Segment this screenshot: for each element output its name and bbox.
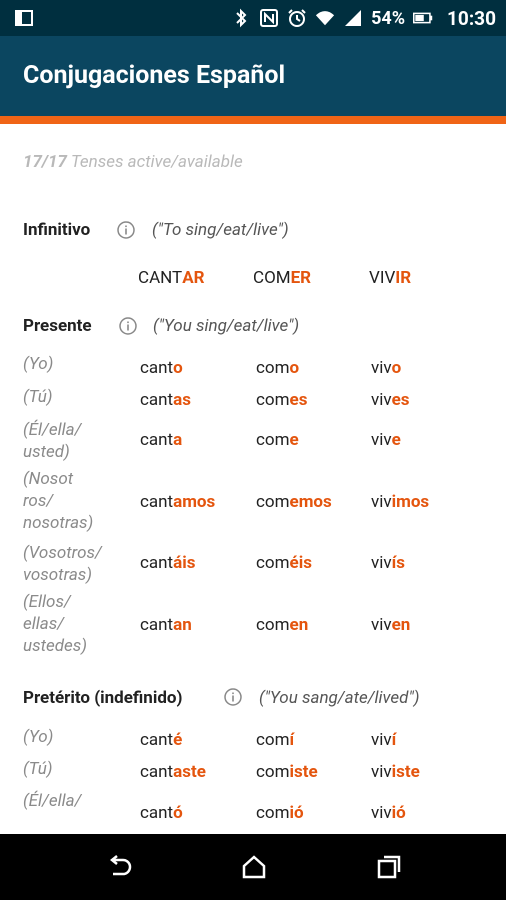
verb-form: vivís [371, 553, 405, 573]
presente-desc: ("You sing/eat/live") [153, 316, 300, 336]
verb-form: comen [256, 615, 309, 635]
infinitivo-title: Infinitivo [23, 220, 91, 240]
preterito-desc: ("You sang/ate/lived") [259, 688, 420, 708]
pronoun-vosotros: (Vosotros/vosotras) [23, 543, 102, 585]
verb-form: vives [371, 390, 410, 410]
battery-icon [413, 8, 433, 28]
bluetooth-icon [231, 8, 251, 28]
infinitive-ar: CANTAR [138, 268, 205, 288]
pronoun-yo: (Yo) [23, 354, 54, 374]
verb-form: comí [256, 730, 295, 750]
tenses-label: Tenses active/available [70, 152, 243, 172]
clock: 10:30 [447, 6, 496, 30]
verb-form: cantáis [140, 553, 196, 573]
verb-form: come [256, 430, 299, 450]
verb-form: viví [371, 730, 397, 750]
wifi-icon [315, 8, 335, 28]
nfc-icon [259, 8, 279, 28]
pronoun-ellos: (Ellos/ellas/ustedes) [23, 592, 88, 656]
verb-form: viviste [371, 762, 420, 782]
info-icon[interactable] [116, 220, 136, 240]
info-icon[interactable] [118, 316, 138, 336]
conjugation-list[interactable]: 17/17 Tenses active/available Infinitivo… [0, 124, 506, 834]
verb-form: como [256, 358, 300, 378]
verb-form: cantas [140, 390, 191, 410]
infinitivo-desc: ("To sing/eat/live") [152, 220, 289, 240]
verb-form: comemos [256, 492, 332, 512]
preterito-title: Pretérito (indefinido) [23, 688, 183, 708]
verb-form: vivo [371, 358, 402, 378]
alarm-icon [287, 8, 307, 28]
pronoun-el-ella-usted: (Él/ella/usted) [23, 420, 82, 462]
app-title: Conjugaciones Español [23, 61, 286, 90]
info-icon[interactable] [223, 687, 243, 707]
recents-icon[interactable] [374, 852, 404, 882]
verb-form: cantó [140, 803, 183, 823]
verb-form: cantan [140, 615, 192, 635]
verb-form: comiste [256, 762, 318, 782]
verb-form: viven [371, 615, 411, 635]
verb-form: canté [140, 730, 183, 750]
pronoun-yo: (Yo) [23, 727, 54, 747]
battery-percentage: 54% [371, 7, 406, 29]
verb-form: canta [140, 430, 183, 450]
verb-form: comes [256, 390, 308, 410]
verb-form: cantaste [140, 762, 206, 782]
infinitive-ir: VIVIR [369, 268, 412, 288]
home-icon[interactable] [239, 852, 269, 882]
app-bar: Conjugaciones Español [0, 36, 506, 116]
pronoun-tu: (Tú) [23, 759, 53, 779]
accent-divider [0, 116, 506, 124]
presente-title: Presente [23, 316, 92, 336]
verb-form: canto [140, 358, 183, 378]
verb-form: vivió [371, 803, 406, 823]
status-bar: 54% 10:30 [0, 0, 506, 36]
back-icon[interactable] [105, 852, 135, 882]
verb-form: cantamos [140, 492, 216, 512]
infinitive-er: COMER [253, 268, 312, 288]
tenses-count: 17/17 [23, 152, 67, 172]
tenses-summary: 17/17 Tenses active/available [23, 152, 243, 172]
signal-icon [343, 8, 363, 28]
verb-form: comió [256, 803, 304, 823]
pronoun-nosotros: (Nosot ros/nosotras) [23, 469, 94, 533]
verb-form: vivimos [371, 492, 430, 512]
screen-mirror-icon [14, 8, 34, 28]
pronoun-el-ella-usted: (Él/ella/ [23, 791, 82, 811]
pronoun-tu: (Tú) [23, 387, 53, 407]
navigation-bar [0, 834, 506, 900]
verb-form: coméis [256, 553, 312, 573]
verb-form: vive [371, 430, 401, 450]
